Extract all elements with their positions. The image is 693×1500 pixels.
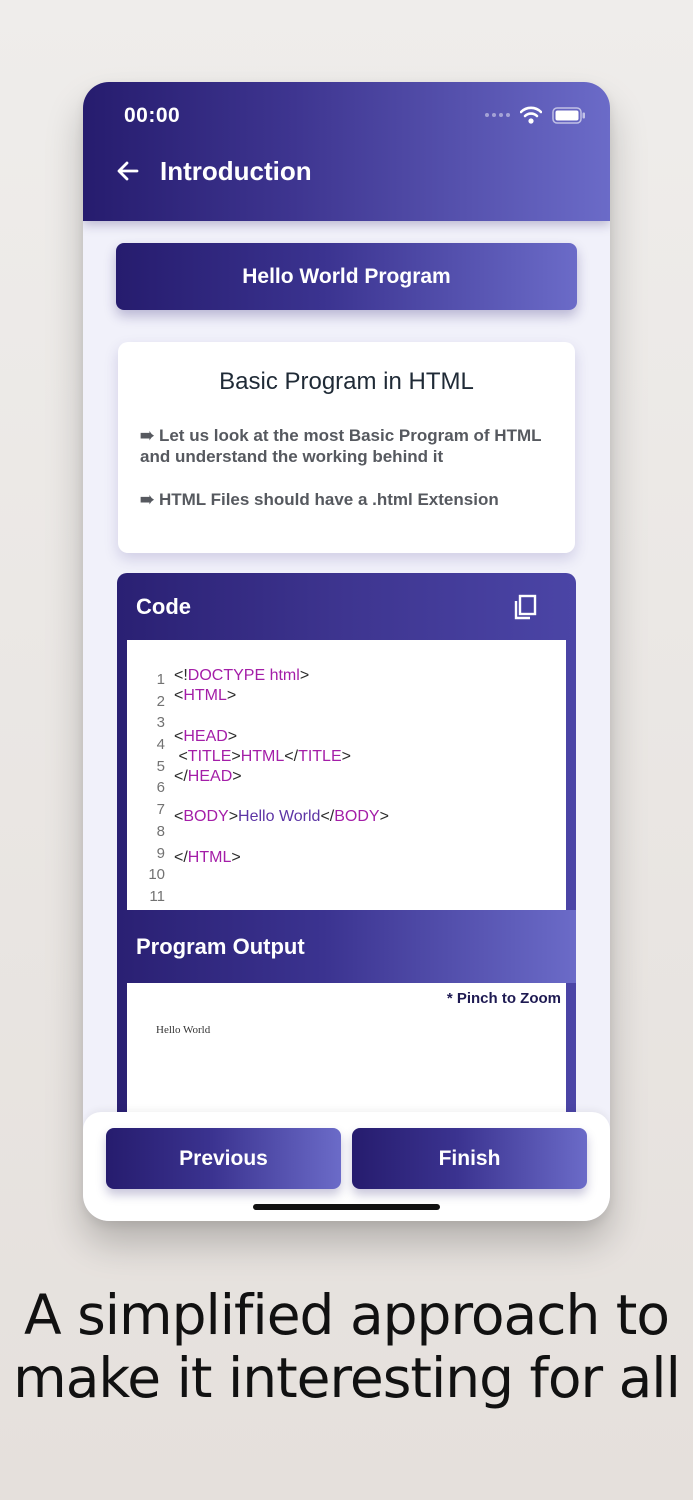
- rendered-output: Hello World: [156, 1024, 211, 1036]
- line-number: 8: [156, 822, 165, 840]
- code-lines: <!DOCTYPE html> <HTML> <HEAD> <TITLE>HTM…: [174, 666, 389, 868]
- info-title: Basic Program in HTML: [219, 368, 474, 395]
- page-title: Introduction: [160, 156, 312, 186]
- pinch-hint: * Pinch to Zoom: [446, 990, 561, 1007]
- line-number: 7: [156, 801, 165, 819]
- line-number: 5: [156, 757, 165, 775]
- status-icons: [485, 104, 586, 126]
- code-header: Code: [117, 573, 576, 640]
- arrow-left-icon[interactable]: [115, 158, 141, 184]
- info-point-1: ➠ Let us look at the most Basic Program …: [140, 426, 542, 466]
- info-card: Basic Program in HTML ➠ Let us look at t…: [118, 342, 575, 553]
- line-number: 3: [156, 714, 165, 732]
- finish-button[interactable]: Finish: [352, 1128, 587, 1189]
- wifi-icon: [520, 106, 542, 124]
- code-editor[interactable]: 1 2 3 4 5 6 7 8 9 10 11 <!DOCTYPE html> …: [127, 640, 566, 910]
- copy-icon[interactable]: [512, 594, 538, 622]
- code-line-6: </HEAD>: [174, 767, 242, 785]
- code-line-8: <BODY>Hello World</BODY>: [174, 808, 389, 826]
- line-number: 4: [156, 736, 165, 754]
- line-number: 11: [149, 887, 165, 905]
- code-line-10: </HTML>: [174, 848, 241, 866]
- code-line-1: <!DOCTYPE html>: [174, 667, 310, 684]
- code-label: Code: [136, 594, 191, 619]
- line-numbers: 1 2 3 4 5 6 7 8 9 10 11: [145, 669, 165, 908]
- caption-line-1: A simplified approach to: [23, 1283, 670, 1347]
- code-line-5: <TITLE>HTML</TITLE>: [174, 747, 351, 765]
- lesson-banner: Hello World Program: [116, 243, 577, 310]
- code-line-2: <HTML>: [174, 687, 237, 705]
- line-number: 9: [156, 844, 165, 862]
- home-indicator[interactable]: [253, 1204, 440, 1210]
- code-line-4: <HEAD>: [174, 727, 238, 745]
- previous-button[interactable]: Previous: [106, 1128, 341, 1189]
- promo-caption: A simplified approach to make it interes…: [0, 1284, 693, 1410]
- phone-frame: 00:00 Introduction Hello World Program B…: [83, 82, 610, 1221]
- output-label: Program Output: [136, 934, 305, 959]
- line-number: 2: [156, 692, 165, 710]
- caption-line-2: make it interesting for all: [13, 1346, 681, 1410]
- output-header: Program Output: [117, 910, 576, 983]
- signal-icon: [485, 113, 510, 117]
- battery-icon: [552, 106, 586, 124]
- line-number: 10: [148, 866, 165, 884]
- info-point-2: ➠ HTML Files should have a .html Extensi…: [140, 490, 499, 509]
- app-bar: 00:00 Introduction: [83, 82, 610, 221]
- status-time: 00:00: [124, 104, 181, 127]
- bottom-navigation: Previous Finish: [83, 1112, 610, 1221]
- content-area[interactable]: Hello World Program Basic Program in HTM…: [83, 221, 610, 1221]
- line-number: 1: [156, 671, 165, 688]
- line-number: 6: [156, 779, 165, 797]
